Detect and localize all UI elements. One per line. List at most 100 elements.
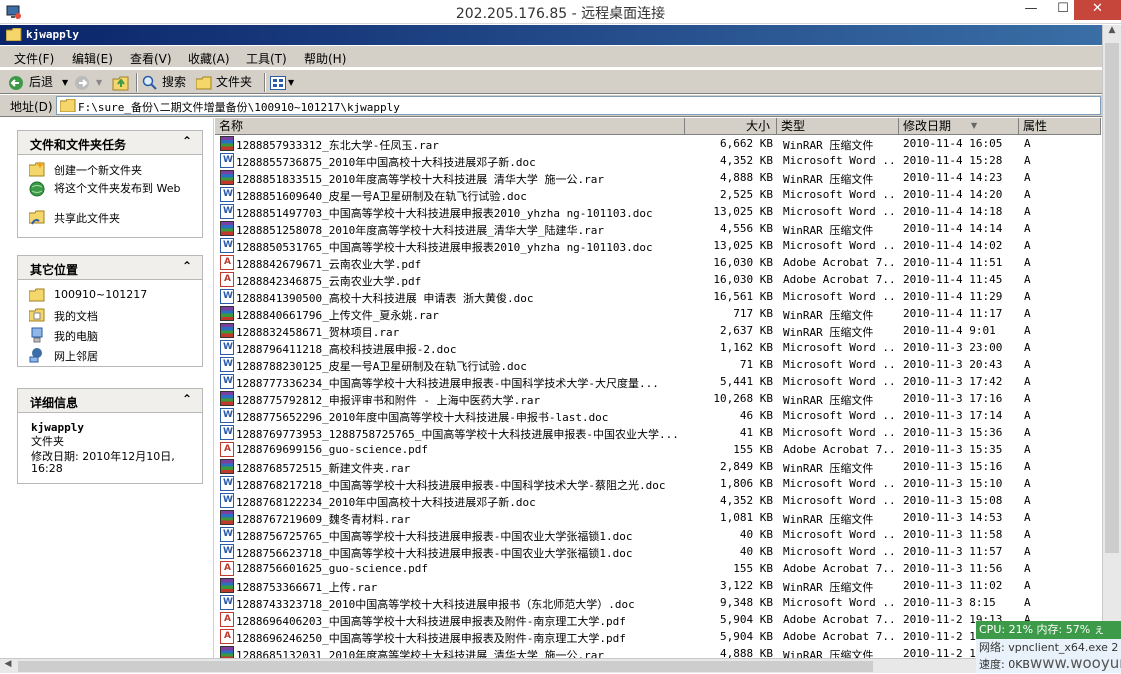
panel-header[interactable]: 详细信息 ⌃: [18, 389, 202, 413]
file-type: WinRAR 压缩文件: [783, 581, 874, 594]
place-parent-folder[interactable]: 100910~101217: [18, 286, 202, 306]
file-row[interactable]: 1288851609640_皮星一号A卫星研制及在轨飞行试验.doc 2,525 …: [215, 186, 1101, 203]
file-row[interactable]: 1288696246250_中国高等学校十大科技进展申报表及附件-南京理工大学.…: [215, 628, 1101, 645]
rdp-window-title: 202.205.176.85 - 远程桌面连接: [455, 6, 666, 22]
column-name[interactable]: 名称: [215, 118, 685, 134]
file-name: 1288851497703_中国高等学校十大科技进展申报表2010_yhzha …: [236, 207, 653, 220]
file-row[interactable]: 1288842346875_云南农业大学.pdf 16,030 KB Adobe A…: [215, 271, 1101, 288]
panel-header[interactable]: 文件和文件夹任务 ⌃: [18, 131, 202, 155]
file-modified: 2010-11-3 15:35: [903, 443, 1003, 456]
file-row[interactable]: 1288685132031_2010年度高等学校十大科技进展 清华大学 施一公.…: [215, 645, 1101, 658]
scroll-thumb[interactable]: [18, 661, 873, 672]
file-size: 13,025 KB: [713, 205, 773, 218]
file-row[interactable]: 1288855736875_2010年中国高校十大科技进展邓子新.doc 4,35…: [215, 152, 1101, 169]
task-publish-web[interactable]: 将这个文件夹发布到 Web: [18, 180, 202, 208]
file-type: Microsoft Word ...: [783, 205, 893, 218]
file-row[interactable]: 1288775652296_2010年度中国高等学校十大科技进展-申报书-las…: [215, 407, 1101, 424]
file-attributes: A: [1024, 358, 1031, 371]
file-row[interactable]: 1288851258078_2010年度高等学校十大科技进展_清华大学_陆建华.…: [215, 220, 1101, 237]
menu-edit[interactable]: 编辑(E): [72, 50, 113, 67]
file-type: WinRAR 压缩文件: [783, 462, 874, 475]
address-bar: 地址(D) F:\sure_备份\二期文件增量备份\100910~101217\…: [0, 95, 1103, 117]
forward-button[interactable]: ▼: [74, 73, 106, 92]
file-row[interactable]: 1288768122234_2010年中国高校十大科技进展邓子新.doc 4,35…: [215, 492, 1101, 509]
up-folder-button[interactable]: [112, 73, 132, 92]
file-row[interactable]: 1288851497703_中国高等学校十大科技进展申报表2010_yhzha …: [215, 203, 1101, 220]
doc-file-icon: [220, 425, 234, 440]
horizontal-scrollbar[interactable]: ◀: [0, 658, 1102, 673]
column-modified[interactable]: 修改日期 ▼: [899, 118, 1019, 134]
column-type[interactable]: 类型: [777, 118, 899, 134]
file-row[interactable]: 1288743323718_2010中国高等学校十大科技进展申报书（东北师范大学…: [215, 594, 1101, 611]
file-row[interactable]: 1288768572515_新建文件夹.rar 2,849 KB WinRAR 压缩…: [215, 458, 1101, 475]
file-row[interactable]: 1288850531765_中国高等学校十大科技进展申报表2010_yhzha …: [215, 237, 1101, 254]
menu-view[interactable]: 查看(V): [130, 50, 172, 67]
views-button[interactable]: ▼: [270, 73, 296, 92]
file-name: 1288769699156_guo-science.pdf: [236, 443, 429, 456]
folders-button[interactable]: 文件夹: [196, 73, 258, 92]
file-row[interactable]: 1288775792812_申报评审书和附件 - 上海中医药大学.rar 10,2…: [215, 390, 1101, 407]
close-button[interactable]: ✕: [1074, 0, 1121, 20]
file-row[interactable]: 1288753366671_上传.rar 3,122 KB WinRAR 压缩文件 2…: [215, 577, 1101, 594]
collapse-icon[interactable]: ⌃: [182, 392, 192, 406]
file-size: 16,561 KB: [713, 290, 773, 303]
file-row[interactable]: 1288788230125_皮星一号A卫星研制及在轨飞行试验.doc 71 KB M…: [215, 356, 1101, 373]
file-row[interactable]: 1288777336234_中国高等学校十大科技进展申报表-中国科学技术大学-大…: [215, 373, 1101, 390]
menu-bar: 文件(F) 编辑(E) 查看(V) 收藏(A) 工具(T) 帮助(H): [0, 46, 1103, 68]
scroll-up-icon[interactable]: ▲: [1103, 25, 1121, 41]
file-row[interactable]: 1288796411218_高校科技进展申报-2.doc 1,162 KB Micr…: [215, 339, 1101, 356]
file-row[interactable]: 1288756725765_中国高等学校十大科技进展申报表-中国农业大学张福锁1…: [215, 526, 1101, 543]
file-modified: 2010-11-3 11:56: [903, 562, 1003, 575]
file-type: Microsoft Word ...: [783, 494, 893, 507]
search-button[interactable]: 搜索: [142, 73, 192, 92]
file-row[interactable]: 1288841390500_高校十大科技进展 申请表 浙大黄俊.doc 16,56…: [215, 288, 1101, 305]
place-network[interactable]: 网上邻居: [18, 346, 202, 366]
file-size: 13,025 KB: [713, 239, 773, 252]
file-attributes: A: [1024, 222, 1031, 235]
minimize-button[interactable]: —: [1016, 0, 1046, 20]
file-row[interactable]: 1288832458671_贺林项目.rar 2,637 KB WinRAR 压缩文…: [215, 322, 1101, 339]
file-size: 4,556 KB: [720, 222, 773, 235]
menu-file[interactable]: 文件(F): [14, 50, 54, 67]
file-row[interactable]: 1288769773953_1288758725765_中国高等学校十大科技进展…: [215, 424, 1101, 441]
computer-icon: [31, 327, 43, 343]
pdf-file-icon: [220, 272, 234, 287]
file-row[interactable]: 1288696406203_中国高等学校十大科技进展申报表及附件-南京理工大学.…: [215, 611, 1101, 628]
menu-help[interactable]: 帮助(H): [304, 50, 346, 67]
collapse-icon[interactable]: ⌃: [182, 134, 192, 148]
file-name: 1288857933312_东北大学-任凤玉.rar: [236, 139, 439, 152]
scroll-left-icon[interactable]: ◀: [0, 659, 16, 674]
column-attributes[interactable]: 属性: [1019, 118, 1101, 134]
place-my-computer[interactable]: 我的电脑: [18, 326, 202, 346]
file-row[interactable]: 1288767219609_魏冬青材料.rar 1,081 KB WinRAR 压缩…: [215, 509, 1101, 526]
file-attributes: A: [1024, 137, 1031, 150]
task-new-folder[interactable]: 创建一个新文件夹: [18, 160, 202, 180]
collapse-icon[interactable]: ⌃: [182, 259, 192, 273]
pdf-file-icon: [220, 255, 234, 270]
vertical-scrollbar[interactable]: ▲: [1102, 25, 1121, 658]
sort-desc-icon: ▼: [971, 121, 978, 130]
task-share-folder[interactable]: 共享此文件夹: [18, 208, 202, 228]
file-modified: 2010-11-4 14:20: [903, 188, 1003, 201]
file-row[interactable]: 1288769699156_guo-science.pdf 155 KB Adobe…: [215, 441, 1101, 458]
file-size: 2,637 KB: [720, 324, 773, 337]
file-row[interactable]: 1288756601625_guo-science.pdf 155 KB Adobe…: [215, 560, 1101, 577]
file-name: 1288685132031_2010年度高等学校十大科技进展 清华大学 施一公.…: [236, 649, 604, 658]
file-row[interactable]: 1288756623718_中国高等学校十大科技进展申报表-中国农业大学张福锁1…: [215, 543, 1101, 560]
menu-tools[interactable]: 工具(T): [246, 50, 287, 67]
menu-favorites[interactable]: 收藏(A): [188, 50, 230, 67]
file-row[interactable]: 1288842679671_云南农业大学.pdf 16,030 KB Adobe A…: [215, 254, 1101, 271]
file-size: 1,162 KB: [720, 341, 773, 354]
file-row[interactable]: 1288857933312_东北大学-任凤玉.rar 6,662 KB WinRAR…: [215, 135, 1101, 152]
address-input[interactable]: F:\sure_备份\二期文件增量备份\100910~101217\kjwapp…: [56, 96, 1101, 115]
scroll-thumb[interactable]: [1105, 43, 1119, 553]
column-size[interactable]: 大小: [685, 118, 777, 134]
place-my-documents[interactable]: 我的文档: [18, 306, 202, 326]
back-button[interactable]: 后退 ▼: [8, 73, 70, 92]
panel-header[interactable]: 其它位置 ⌃: [18, 256, 202, 280]
file-row[interactable]: 1288851833515_2010年度高等学校十大科技进展 清华大学 施一公.…: [215, 169, 1101, 186]
file-row[interactable]: 1288840661796_上传文件_夏永姚.rar 717 KB WinRAR 压…: [215, 305, 1101, 322]
chevron-down-icon: ▼: [96, 78, 103, 87]
file-row[interactable]: 1288768217218_中国高等学校十大科技进展申报表-中国科学技术大学-蔡…: [215, 475, 1101, 492]
doc-file-icon: [220, 408, 234, 423]
